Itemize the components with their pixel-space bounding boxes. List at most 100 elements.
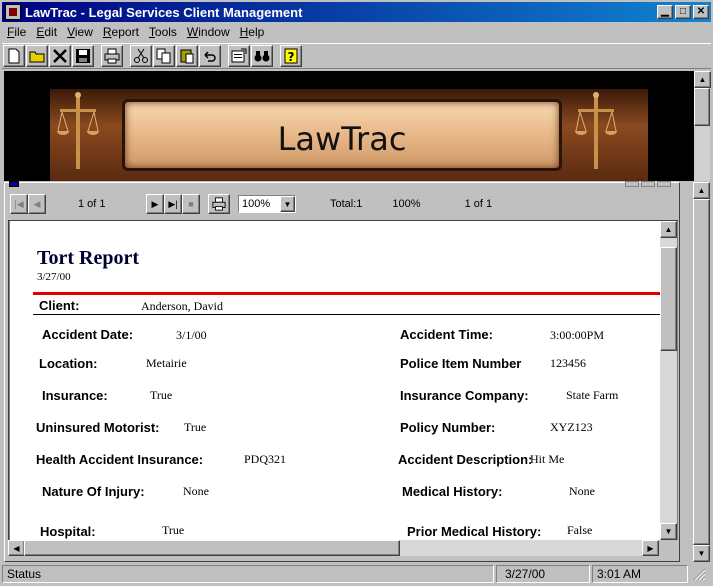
banner-plaque: LawTrac: [122, 99, 562, 171]
print-report-button[interactable]: [208, 194, 230, 214]
first-page-button[interactable]: |◀: [10, 194, 28, 214]
toolbar: ?: [2, 43, 711, 69]
report-minimize-button[interactable]: [625, 181, 639, 187]
last-page-button[interactable]: ▶|: [164, 194, 182, 214]
report-close-button[interactable]: [657, 181, 671, 187]
scroll-up-arrow-icon[interactable]: ▲: [693, 182, 710, 199]
menu-edit[interactable]: Edit: [31, 25, 62, 39]
accident-time-value: 3:00:00PM: [550, 328, 605, 342]
prior-medical-history-label: Prior Medical History:: [407, 524, 542, 539]
status-date: 3/27/00: [496, 565, 590, 583]
scroll-left-arrow-icon[interactable]: ◀: [8, 540, 25, 556]
previous-page-button[interactable]: ◀: [28, 194, 46, 214]
report-title: Tort Report: [37, 247, 140, 269]
menu-report[interactable]: Report: [98, 25, 144, 39]
main-vscroll-thumb[interactable]: [693, 199, 710, 545]
menu-view[interactable]: View: [62, 25, 98, 39]
maximize-button[interactable]: □: [675, 5, 691, 19]
police-item-value: 123456: [550, 356, 586, 370]
report-hscroll-thumb[interactable]: [24, 540, 400, 556]
undo-arrow-icon: [204, 51, 216, 62]
title-divider: [33, 292, 660, 295]
scroll-up-arrow-icon[interactable]: ▲: [660, 221, 677, 238]
status-time: 3:01 AM: [592, 565, 688, 583]
print-button[interactable]: [101, 45, 123, 67]
cut-button[interactable]: [130, 45, 152, 67]
report-horizontal-scrollbar[interactable]: ◀ ▶: [8, 540, 659, 556]
delete-button[interactable]: [49, 45, 71, 67]
total-count: Total:1: [330, 198, 363, 210]
report-window-icon[interactable]: [9, 181, 19, 187]
zoom-value: 100%: [242, 198, 271, 210]
report-vscroll-thumb[interactable]: [660, 247, 677, 351]
banner-area: LawTrac: [4, 71, 694, 181]
app-icon[interactable]: [5, 4, 21, 20]
insurance-company-label: Insurance Company:: [400, 388, 529, 403]
scroll-up-arrow-icon[interactable]: ▲: [694, 71, 711, 88]
minimize-button[interactable]: ▁: [657, 5, 673, 19]
medical-history-label: Medical History:: [402, 484, 503, 499]
next-page-button[interactable]: ▶: [146, 194, 164, 214]
clipboard-paste-icon: [180, 49, 194, 64]
report-vertical-scrollbar[interactable]: ▲ ▼: [660, 221, 677, 540]
report-viewer-toolbar: |◀ ◀ 1 of 1 ▶ ▶| ■ 100% ▼ Total:1 100% 1…: [4, 190, 676, 218]
nature-of-injury-label: Nature Of Injury:: [42, 484, 145, 499]
printer-icon: [212, 197, 226, 211]
location-label: Location:: [39, 356, 98, 371]
scissors-icon: [134, 48, 148, 63]
properties-icon: [231, 48, 247, 63]
previous-page-icon: ◀: [33, 198, 41, 209]
menu-window[interactable]: Window: [182, 25, 235, 39]
chevron-down-icon[interactable]: ▼: [280, 196, 295, 212]
copy-icon: [156, 48, 171, 64]
client-divider: [33, 314, 660, 315]
nature-of-injury-value: None: [183, 484, 209, 498]
accident-time-label: Accident Time:: [400, 327, 493, 342]
accident-date-label: Accident Date:: [42, 327, 134, 342]
close-button[interactable]: ✕: [693, 5, 709, 19]
resize-grip-icon[interactable]: [690, 565, 708, 583]
scroll-down-arrow-icon[interactable]: ▼: [693, 545, 710, 562]
scroll-right-arrow-icon[interactable]: ▶: [642, 540, 659, 556]
location-value: Metairie: [146, 356, 187, 370]
health-insurance-label: Health Accident Insurance:: [36, 452, 204, 467]
zoom-percent: 100%: [392, 198, 421, 210]
help-button[interactable]: ?: [280, 45, 302, 67]
insurance-company-value: State Farm: [566, 388, 619, 402]
zoom-select[interactable]: 100% ▼: [238, 195, 296, 213]
main-vertical-scrollbar[interactable]: ▲ ▼: [693, 182, 710, 562]
properties-button[interactable]: [228, 45, 250, 67]
page-indicator: 1 of 1: [78, 198, 106, 210]
banner-scrollbar[interactable]: ▲: [694, 71, 711, 181]
accident-date-value: 3/1/00: [176, 328, 207, 342]
uninsured-motorist-value: True: [184, 420, 207, 434]
copy-button[interactable]: [153, 45, 175, 67]
scales-of-justice-icon: [57, 92, 99, 169]
banner-scroll-thumb[interactable]: [694, 88, 710, 126]
police-item-label: Police Item Number: [400, 356, 522, 371]
menu-tools[interactable]: Tools: [144, 25, 182, 39]
accident-description-label: Accident Description:: [398, 452, 533, 467]
open-folder-button[interactable]: [26, 45, 48, 67]
paste-button[interactable]: [176, 45, 198, 67]
scroll-down-arrow-icon[interactable]: ▼: [660, 523, 677, 540]
insurance-value: True: [150, 388, 173, 402]
menu-help[interactable]: Help: [235, 25, 270, 39]
first-page-icon: |◀: [14, 198, 24, 209]
find-button[interactable]: [251, 45, 273, 67]
new-document-icon: [8, 48, 20, 64]
client-value: Anderson, David: [141, 299, 223, 313]
medical-history-value: None: [569, 484, 595, 498]
printer-icon: [104, 48, 120, 64]
lawtrac-banner: LawTrac: [50, 89, 648, 181]
undo-button[interactable]: [199, 45, 221, 67]
save-button[interactable]: [72, 45, 94, 67]
banner-title: LawTrac: [277, 120, 407, 158]
menu-bar: File Edit View Report Tools Window Help: [2, 22, 711, 42]
floppy-disk-icon: [76, 49, 90, 63]
stop-icon: ■: [188, 199, 194, 209]
stop-button[interactable]: ■: [182, 194, 200, 214]
report-maximize-button[interactable]: [641, 181, 655, 187]
menu-file[interactable]: File: [2, 25, 31, 39]
new-document-button[interactable]: [3, 45, 25, 67]
